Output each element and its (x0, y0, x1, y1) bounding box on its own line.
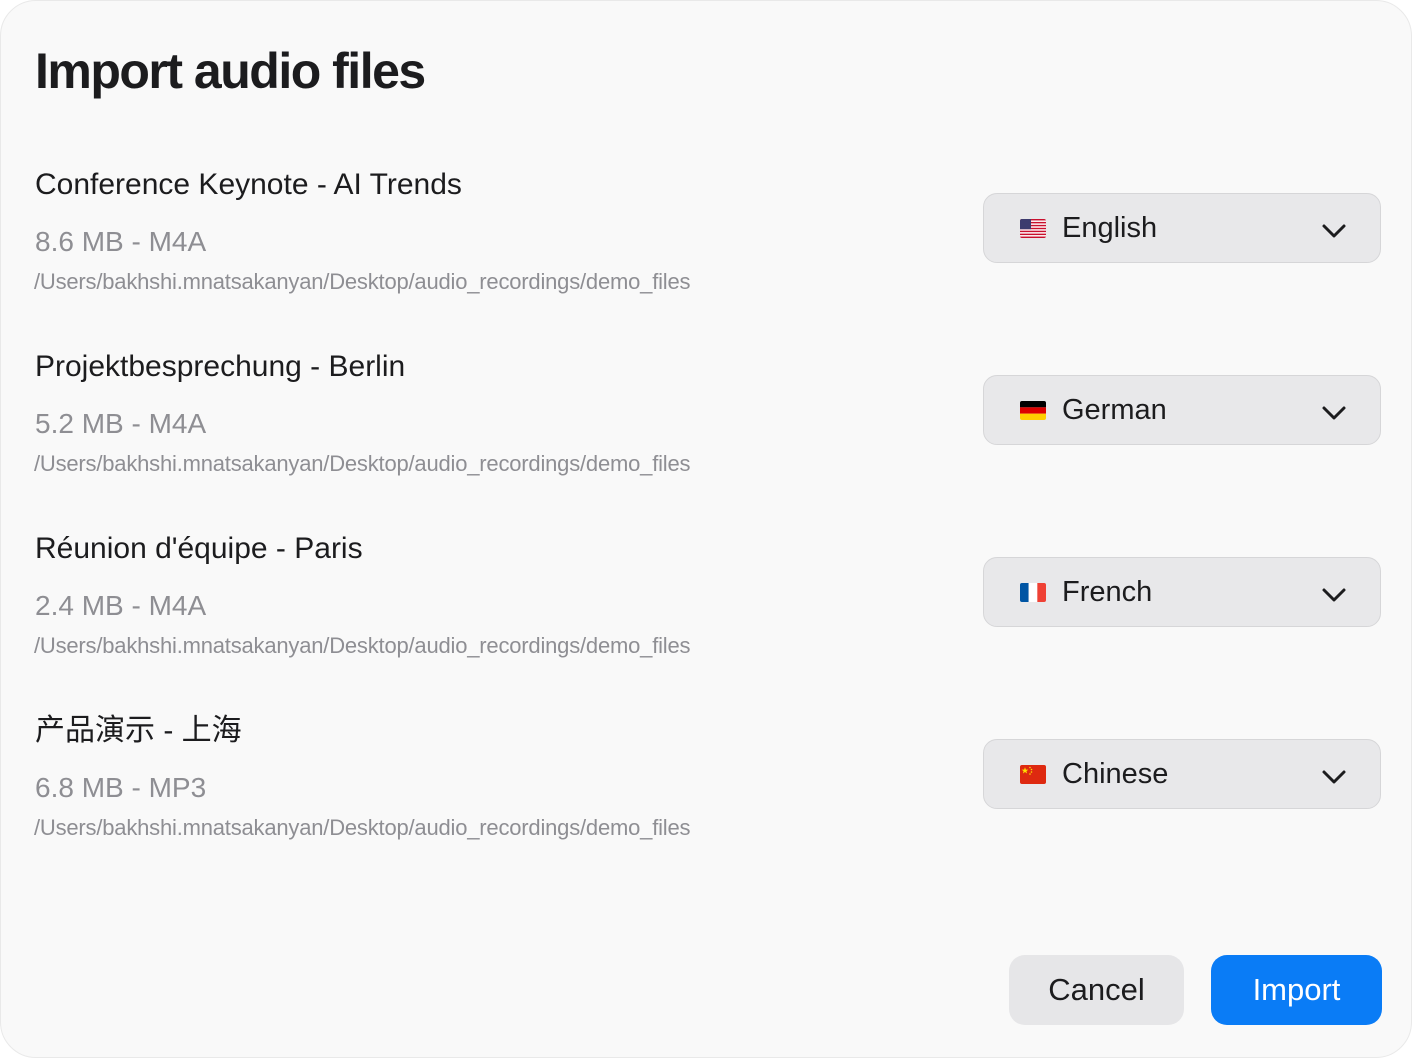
import-button[interactable]: Import (1211, 955, 1382, 1025)
import-dialog: Import audio files Conference Keynote - … (0, 0, 1412, 1058)
file-row: Réunion d'équipe - Paris 2.4 MB - M4A /U… (1, 365, 1412, 658)
file-name: 产品演示 - 上海 (35, 714, 242, 747)
cancel-button[interactable]: Cancel (1009, 955, 1184, 1025)
language-select-chinese[interactable]: Chinese (983, 739, 1381, 809)
chevron-down-icon (1321, 764, 1347, 788)
language-label: Chinese (1062, 758, 1169, 790)
file-row: Conference Keynote - AI Trends 8.6 MB - … (1, 1, 1412, 294)
file-row: 产品演示 - 上海 6.8 MB - MP3 /Users/bakhshi.mn… (1, 547, 1412, 840)
file-row: Projektbesprechung - Berlin 5.2 MB - M4A… (1, 183, 1412, 476)
cn-flag-icon (1020, 765, 1046, 784)
file-meta: 6.8 MB - MP3 (35, 772, 207, 803)
file-path: /Users/bakhshi.mnatsakanyan/Desktop/audi… (34, 815, 691, 840)
